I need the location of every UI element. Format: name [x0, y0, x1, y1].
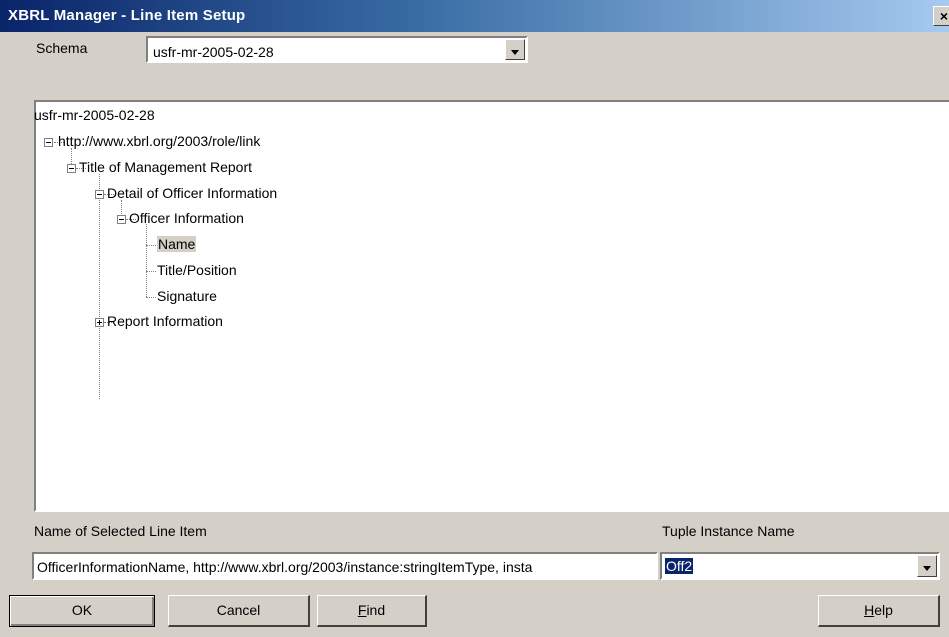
collapse-toggle-link-role[interactable]: [44, 138, 53, 147]
selected-line-item-label: Name of Selected Line Item: [34, 523, 207, 539]
selected-line-item-field[interactable]: OfficerInformationName, http://www.xbrl.…: [32, 552, 658, 580]
schema-dropdown[interactable]: usfr-mr-2005-02-28: [146, 36, 528, 63]
collapse-toggle-detail-officer[interactable]: [95, 190, 104, 199]
tuple-instance-value: Off2: [665, 558, 694, 574]
selected-line-item-value: OfficerInformationName, http://www.xbrl.…: [37, 559, 533, 575]
close-icon: ×: [939, 8, 949, 24]
tree-node-detail-officer[interactable]: Detail of Officer Information: [107, 184, 277, 202]
tree-content: usfr-mr-2005-02-28 http://www.xbrl.org/2…: [34, 100, 949, 512]
chevron-down-icon: [923, 566, 931, 571]
cancel-button-label: Cancel: [216, 602, 261, 618]
tree-node-report-info[interactable]: Report Information: [107, 312, 223, 330]
help-button-label: Help: [864, 602, 893, 618]
tuple-instance-dropdown[interactable]: Off2: [660, 552, 940, 580]
help-button[interactable]: Help: [818, 595, 940, 627]
window-title: XBRL Manager - Line Item Setup: [8, 7, 246, 24]
ok-button[interactable]: OK: [9, 595, 155, 627]
tuple-instance-label: Tuple Instance Name: [662, 523, 795, 539]
ok-button-label: OK: [71, 602, 93, 618]
schema-dropdown-value: usfr-mr-2005-02-28: [153, 44, 274, 60]
tuple-dropdown-button[interactable]: [917, 555, 937, 577]
expand-toggle-report-info[interactable]: [95, 318, 104, 327]
schema-label: Schema: [36, 40, 88, 56]
title-bar: XBRL Manager - Line Item Setup ×: [0, 0, 949, 32]
tree-node-link-role[interactable]: http://www.xbrl.org/2003/role/link: [58, 132, 260, 150]
collapse-toggle-title-mgmt[interactable]: [67, 164, 76, 173]
tree-node-officer-info[interactable]: Officer Information: [129, 209, 244, 227]
close-button[interactable]: ×: [933, 6, 949, 26]
chevron-down-icon: [511, 50, 519, 55]
tree-node-title-position[interactable]: Title/Position: [157, 261, 237, 279]
tree-node-signature[interactable]: Signature: [157, 287, 217, 305]
schema-dropdown-button[interactable]: [505, 39, 525, 60]
find-button-label: Find: [357, 602, 386, 618]
tree-node-title-mgmt[interactable]: Title of Management Report: [79, 158, 252, 176]
tree-node-root[interactable]: usfr-mr-2005-02-28: [34, 106, 155, 124]
find-button[interactable]: Find: [317, 595, 427, 627]
tree-node-name[interactable]: Name: [157, 235, 197, 253]
cancel-button[interactable]: Cancel: [168, 595, 310, 627]
collapse-toggle-officer-info[interactable]: [117, 215, 126, 224]
